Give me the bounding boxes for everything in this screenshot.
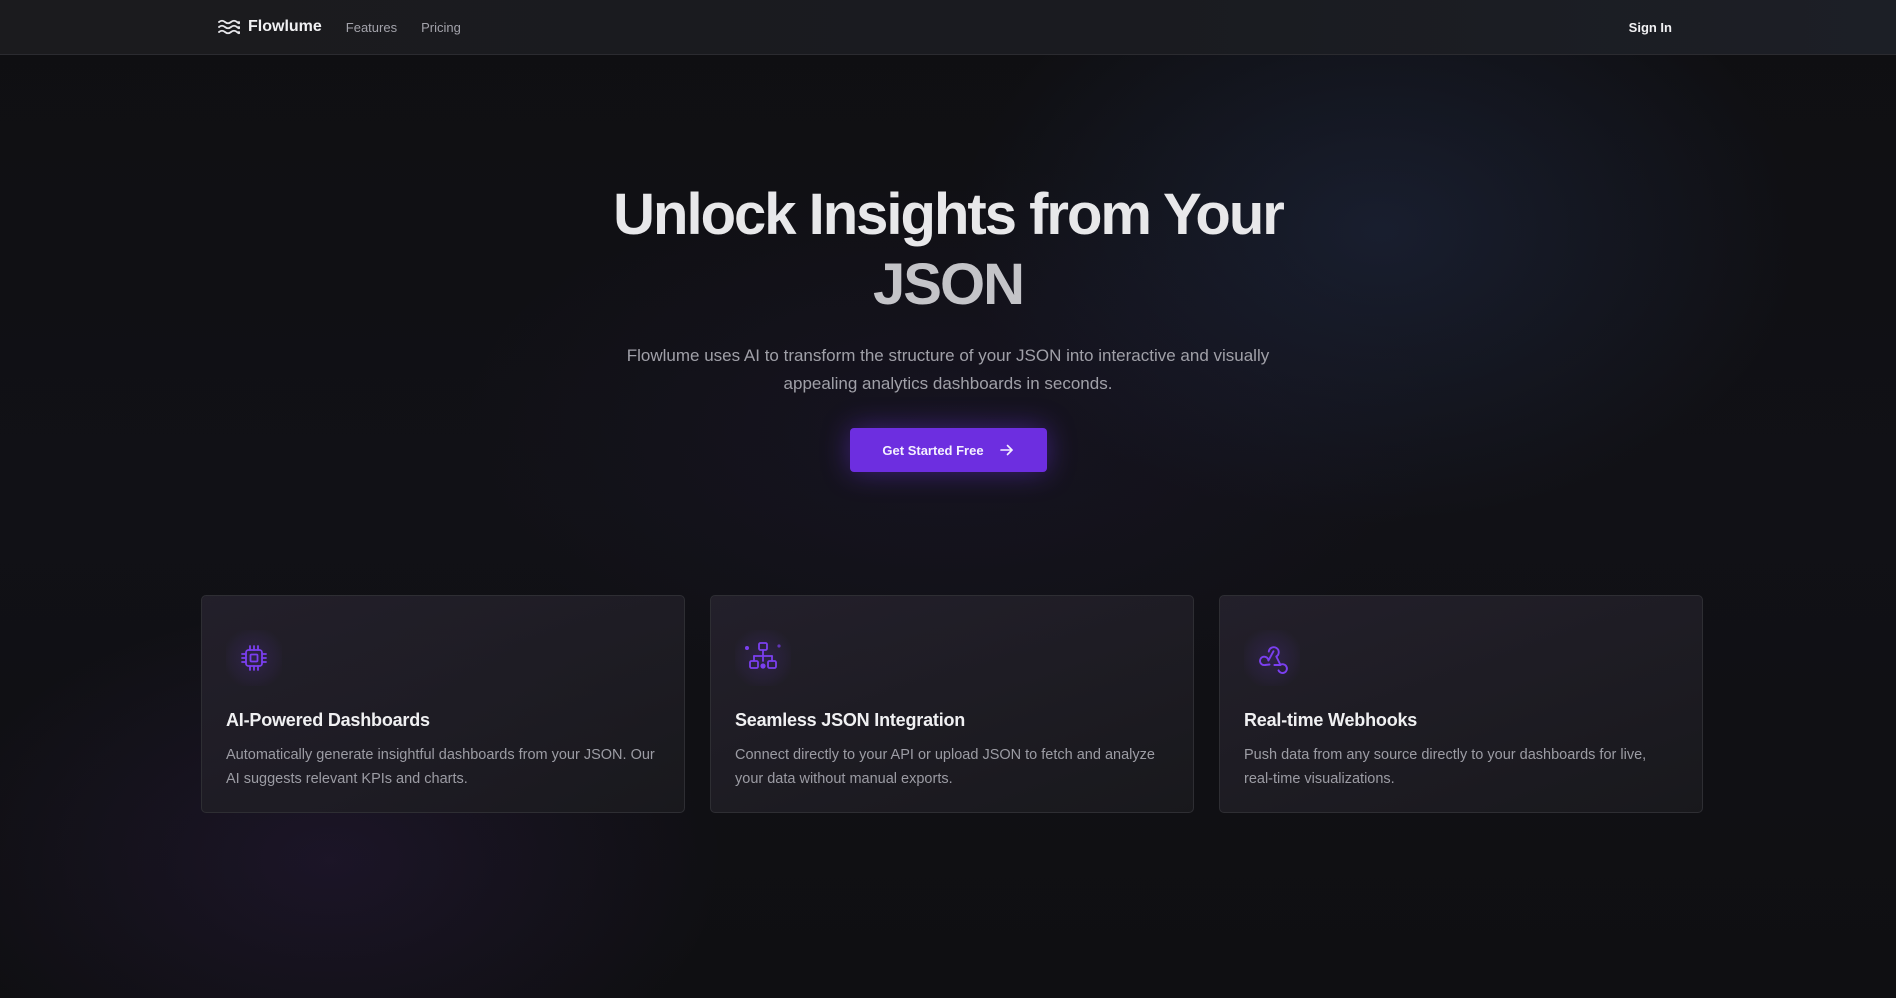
feature-title: Real-time Webhooks: [1244, 710, 1418, 730]
page-background: [0, 0, 1896, 998]
get-started-button[interactable]: Get Started Free: [849, 428, 1047, 472]
waves-icon: [218, 19, 240, 35]
cpu-chip-icon: [226, 630, 282, 686]
nav-link-features[interactable]: Features: [346, 20, 397, 35]
hero-title-line-1: Unlock Insights from Your: [613, 182, 1285, 247]
top-nav: Flowlume Features Pricing Sign In: [0, 0, 1896, 55]
arrow-right-icon: [999, 444, 1013, 456]
nav-link-pricing[interactable]: Pricing: [421, 20, 461, 35]
feature-description: Automatically generate insightful dashbo…: [226, 747, 655, 787]
get-started-label: Get Started Free: [882, 442, 984, 458]
brand-name: Flowlume: [248, 18, 322, 35]
feature-cards: AI-Powered Dashboards Automatically gene…: [201, 595, 1705, 813]
feature-card-webhooks: Real-time Webhooks Push data from any so…: [1219, 595, 1703, 813]
feature-description: Connect directly to your API or upload J…: [735, 747, 1155, 787]
hierarchy-network-icon: [735, 630, 791, 686]
feature-card-ai-dashboards: AI-Powered Dashboards Automatically gene…: [201, 595, 685, 813]
feature-card-json-integration: Seamless JSON Integration Connect direct…: [710, 595, 1194, 813]
feature-description: Push data from any source directly to yo…: [1244, 747, 1647, 787]
hero-title-line-2: JSON: [873, 252, 1025, 317]
hero-section: Unlock Insights from Your JSON Flowlume …: [0, 180, 1896, 472]
sign-in-link[interactable]: Sign In: [1629, 20, 1672, 35]
hero-subtitle: Flowlume uses AI to transform the struct…: [626, 346, 1270, 393]
feature-title: AI-Powered Dashboards: [226, 710, 430, 730]
webhook-icon: [1244, 630, 1300, 686]
feature-title: Seamless JSON Integration: [735, 710, 966, 730]
brand-logo[interactable]: Flowlume: [218, 18, 322, 36]
nav-inner: Flowlume Features Pricing Sign In: [218, 0, 1672, 54]
hero-title: Unlock Insights from Your JSON: [568, 180, 1328, 320]
